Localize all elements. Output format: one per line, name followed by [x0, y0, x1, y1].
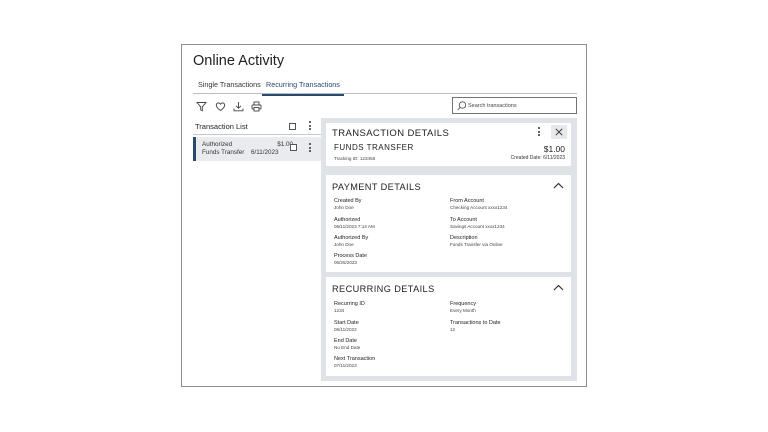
print-icon[interactable] — [251, 101, 262, 112]
chevron-up-icon[interactable] — [553, 284, 564, 291]
payment-details-title: PAYMENT DETAILS — [332, 182, 422, 192]
payment-details-card: PAYMENT DETAILS Created By John Doe Auth… — [326, 175, 571, 272]
online-activity-window: Online Activity Single Transactions Recu… — [181, 44, 587, 387]
transaction-details-title: TRANSACTION DETAILS — [332, 128, 450, 139]
chevron-up-icon[interactable] — [553, 182, 564, 189]
end-date-field: End Date No End Date — [334, 338, 361, 350]
search-input[interactable] — [468, 100, 568, 111]
from-account-field: From Account Checking Account xxxx1234 — [450, 198, 508, 210]
tab-single-transactions[interactable]: Single Transactions — [198, 80, 261, 94]
list-item-date: 6/11/2023 — [251, 149, 279, 156]
description-field: Description Funds Transfer via Online — [450, 235, 503, 247]
transaction-type: FUNDS TRANSFER — [334, 143, 414, 152]
search-box — [452, 97, 577, 114]
tab-recurring-transactions[interactable]: Recurring Transactions — [262, 80, 344, 96]
filter-icon[interactable] — [196, 101, 207, 112]
tab-bar: Single Transactions Recurring Transactio… — [193, 76, 577, 96]
list-item-more-options-icon[interactable] — [308, 143, 312, 153]
recurring-details-card: RECURRING DETAILS Recurring ID 1234 Star… — [326, 277, 571, 376]
created-by-field: Created By John Doe — [334, 198, 362, 210]
transaction-list-header: Transaction List — [193, 118, 321, 135]
next-transaction-field: Next Transaction 07/11/2023 — [334, 356, 376, 368]
search-icon — [457, 101, 467, 111]
authorized-field: Authorized 06/11/2023 7:14 AM — [334, 217, 375, 229]
close-icon — [555, 128, 563, 136]
heart-icon[interactable] — [215, 101, 226, 112]
list-more-options-icon[interactable] — [308, 121, 312, 131]
transaction-detail-panel: TRANSACTION DETAILS FUNDS TRANSFER Track… — [321, 118, 577, 381]
transaction-list-title: Transaction List — [195, 122, 248, 131]
page-title: Online Activity — [193, 53, 285, 69]
list-item-amount: $1.00 — [277, 141, 293, 148]
select-all-checkbox[interactable] — [289, 123, 296, 130]
transaction-details-card: TRANSACTION DETAILS FUNDS TRANSFER Track… — [326, 123, 571, 166]
created-date: Created Date: 6/11/2023 — [510, 155, 565, 161]
close-button[interactable] — [551, 125, 567, 139]
recurring-id-field: Recurring ID 1234 — [334, 301, 365, 313]
process-date-field: Process Date 06/25/2023 — [334, 253, 368, 265]
start-date-field: Start Date 06/11/2022 — [334, 320, 359, 332]
download-icon[interactable] — [233, 101, 244, 112]
to-account-field: To Account Savings Account xxxx1234 — [450, 217, 505, 229]
tracking-id: Tracking ID: 123456 — [334, 156, 376, 161]
list-item-name: Authorized Funds Transfer — [202, 141, 245, 156]
details-more-options-icon[interactable] — [537, 127, 541, 137]
list-item-checkbox[interactable] — [290, 144, 297, 151]
transaction-amount: $1.00 — [543, 144, 565, 154]
list-item[interactable]: Authorized Funds Transfer $1.00 6/11/202… — [193, 137, 321, 161]
transactions-to-date-field: Transactions to Date 12 — [450, 320, 501, 332]
recurring-details-title: RECURRING DETAILS — [332, 284, 435, 294]
authorized-by-field: Authorized By John Doe — [334, 235, 369, 247]
frequency-field: Frequency Every Month — [450, 301, 476, 313]
